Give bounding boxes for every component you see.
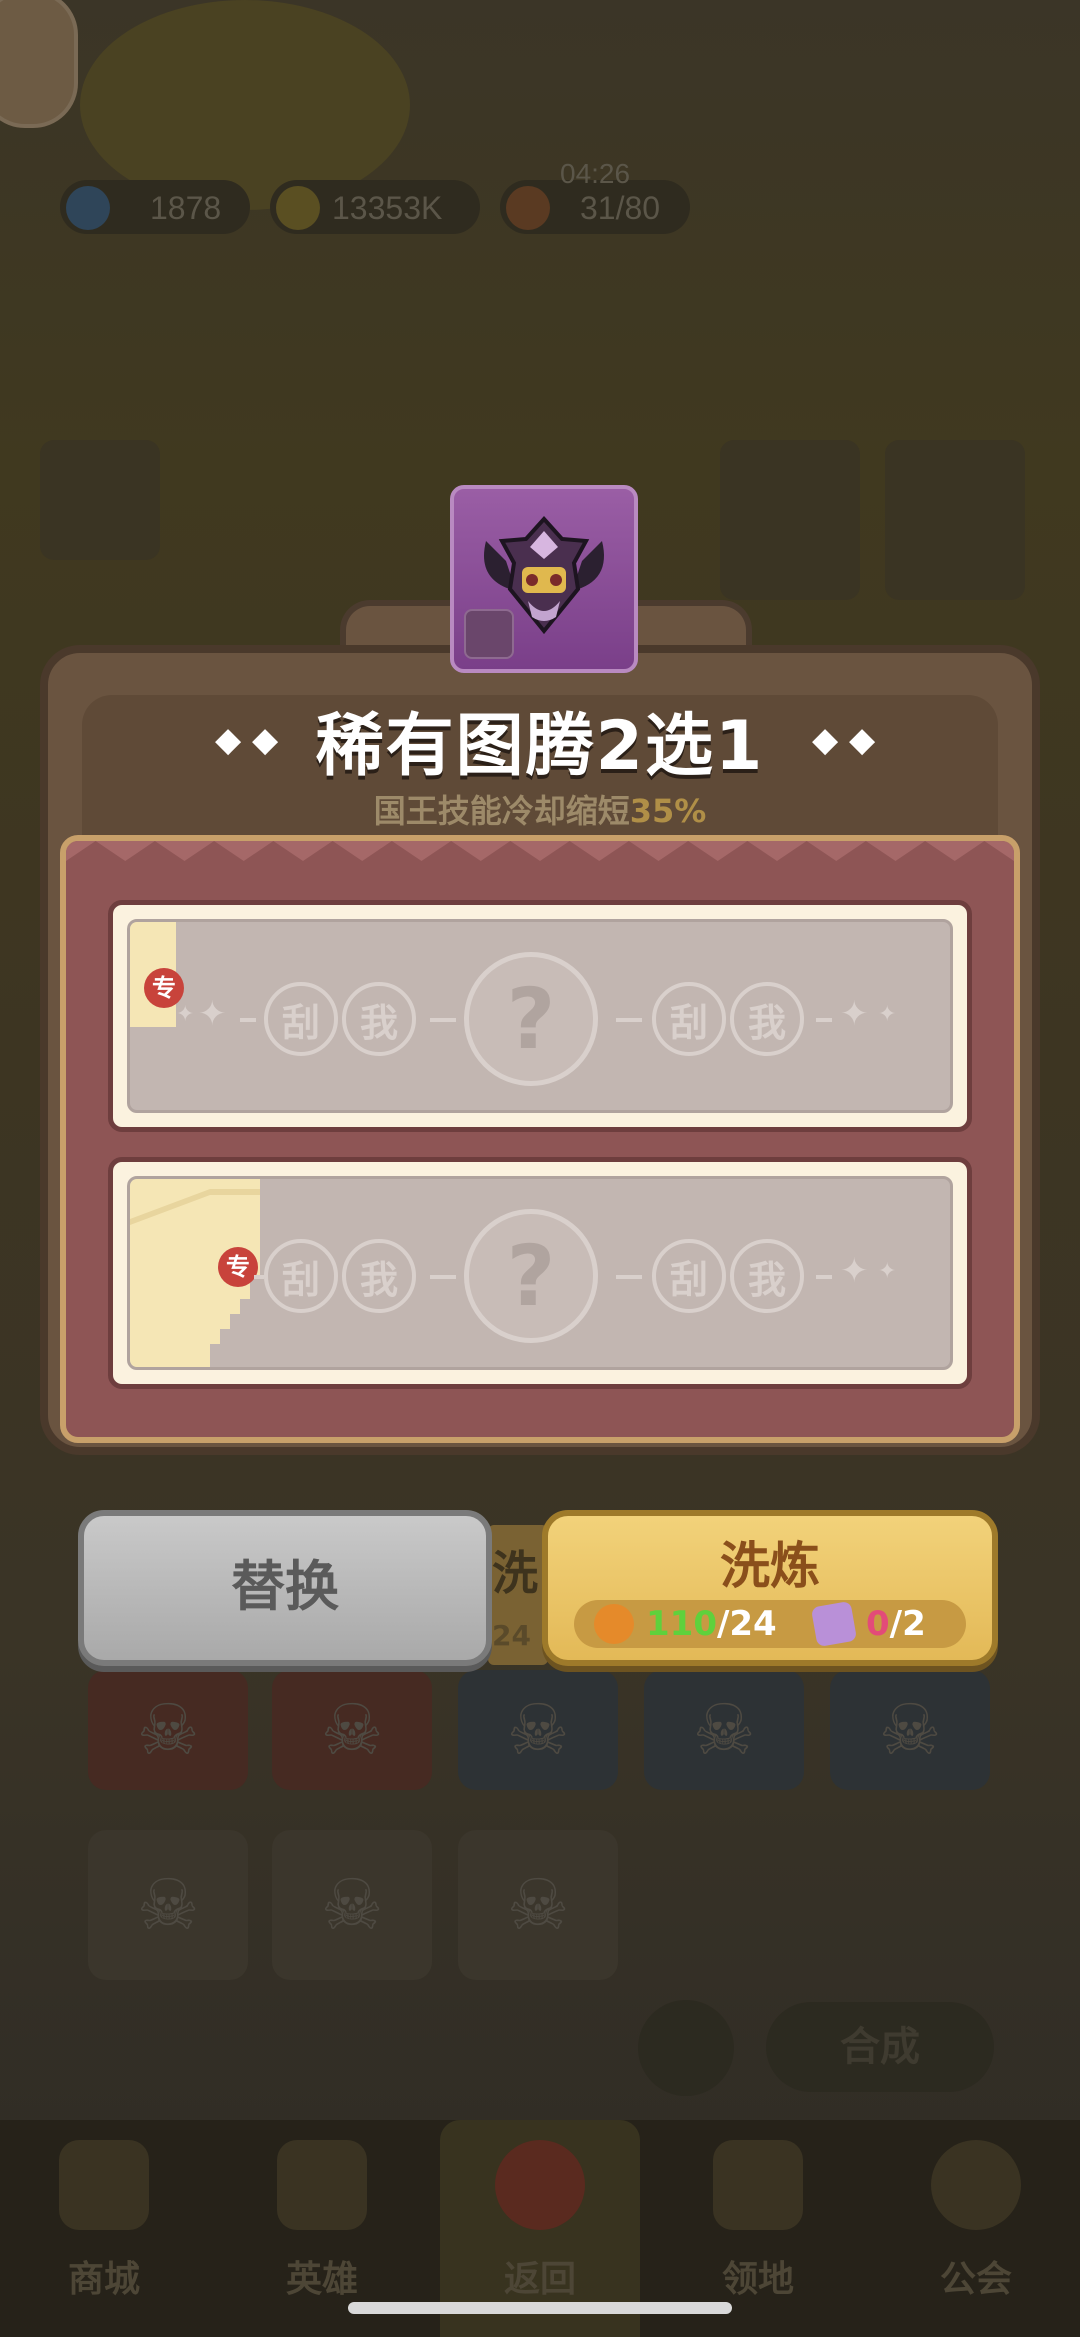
skull-icon: ☠ [506,1689,570,1771]
bg-totem-slot: ☠ [272,1670,432,1790]
bg-emblem [40,440,160,560]
gold-coin-icon [276,186,320,230]
bg-totem-slot: ☠ [88,1830,248,1980]
hero-icon [277,2140,367,2230]
divider [430,1018,456,1022]
scratch-card[interactable]: 专 ✦ ✦ 刮 我 ? 刮 我 ✦ ✦ [127,919,953,1113]
gold-count: 13353K [332,190,443,226]
player-avatar[interactable] [0,0,78,128]
bg-totem-slot: ☠ [458,1830,618,1980]
board-zigzag-trim [66,841,1014,861]
bg-totem-slot: ☠ [830,1670,990,1790]
stamina-icon [506,186,550,230]
totem-option-1[interactable]: 专 ✦ ✦ 刮 我 ? 刮 我 ✦ ✦ [108,900,972,1132]
refine-stone-have: 110 [646,1604,717,1644]
divider [616,1275,642,1279]
mystery-totem-icon: ? [464,1209,598,1343]
close-icon [495,2140,585,2230]
skull-icon: ☠ [320,1864,384,1946]
scratch-prompt: ✦ ✦ 刮 我 ? 刮 我 ✦ ✦ [130,922,950,1110]
scratch-coin: 我 [342,1239,416,1313]
scratch-coin: 我 [730,982,804,1056]
castle-icon [713,2140,803,2230]
lock-crystal-need: /2 [889,1604,926,1644]
nav-back: 返回 [450,2140,630,2302]
bg-totem-slot: ☠ [458,1670,618,1790]
skull-icon: ☠ [692,1689,756,1771]
sparkle-icon: ✦ [878,1002,897,1027]
home-indicator[interactable] [348,2302,732,2314]
shop-icon [59,2140,149,2230]
skull-icon: ☠ [136,1689,200,1771]
lock-crystal-icon [810,1600,858,1648]
totem-option-2[interactable]: 专 刮 我 ? 刮 我 ✦ ✦ [108,1157,972,1389]
nav-heroes: 英雄 [232,2140,412,2302]
divider [430,1275,456,1279]
scratch-coin: 刮 [264,982,338,1056]
modal-subtitle: 国王技能冷却缩短35% [373,792,707,830]
scratch-coin: 我 [342,982,416,1056]
refine-button-label: 洗炼 [720,1537,820,1595]
sparkle-icon: ✦ [840,1251,869,1291]
scratch-coin: 刮 [652,982,726,1056]
scratch-card[interactable]: 专 刮 我 ? 刮 我 ✦ ✦ [127,1176,953,1370]
title-diamond-right-icon: ◆ ◆ [812,720,876,760]
bg-fusion-button: 合成 [766,2002,994,2092]
refine-cost-bar: 110/24 0/2 [574,1600,966,1648]
bg-round-button [638,2000,734,2096]
replace-button[interactable]: 替换 [78,1510,492,1666]
sparkle-icon: ✦ [840,994,869,1034]
scratch-coin: 刮 [652,1239,726,1313]
totem-type-badge [464,609,514,659]
sparkle-icon: ✦ [198,994,227,1034]
refine-stone-icon [594,1604,634,1644]
nav-territory: 领地 [668,2140,848,2302]
bg-card-2 [885,440,1025,600]
stamina-timer: 04:26 [560,158,631,189]
lock-crystal-have: 0 [866,1604,890,1644]
skull-icon: ☠ [878,1689,942,1771]
nav-shop: 商城 [14,2140,194,2302]
bg-totem-slot: ☠ [88,1670,248,1790]
bg-card-1 [720,440,860,600]
skull-icon: ☠ [136,1864,200,1946]
mystery-totem-icon: ? [464,952,598,1086]
divider [816,1018,832,1022]
scratch-coin: 我 [730,1239,804,1313]
stamina-count: 31/80 [580,190,661,226]
bg-refine-button-peek: 洗 24 [488,1525,548,1665]
nav-guild: 公会 [886,2140,1066,2302]
replace-button-label: 替换 [231,1555,339,1618]
divider [616,1018,642,1022]
gem-icon [66,186,110,230]
rare-totem-icon [450,485,638,673]
divider [816,1275,832,1279]
background-glow [80,0,410,210]
refine-button[interactable]: 洗炼 110/24 0/2 [542,1510,998,1666]
scratch-coin: 刮 [264,1239,338,1313]
gem-count: 1878 [150,190,222,226]
bg-totem-slot: ☠ [272,1830,432,1980]
skull-icon: ☠ [320,1689,384,1771]
scratch-prompt: 刮 我 ? 刮 我 ✦ ✦ [130,1179,950,1367]
bg-totem-slot: ☠ [644,1670,804,1790]
sparkle-icon: ✦ [878,1259,897,1284]
modal-title: 稀有图腾2选1 [315,707,765,786]
planet-icon [931,2140,1021,2230]
divider [240,1018,256,1022]
divider [254,1275,264,1279]
sparkle-icon: ✦ [176,1002,195,1027]
refine-stone-need: /24 [716,1604,777,1644]
skull-icon: ☠ [506,1864,570,1946]
